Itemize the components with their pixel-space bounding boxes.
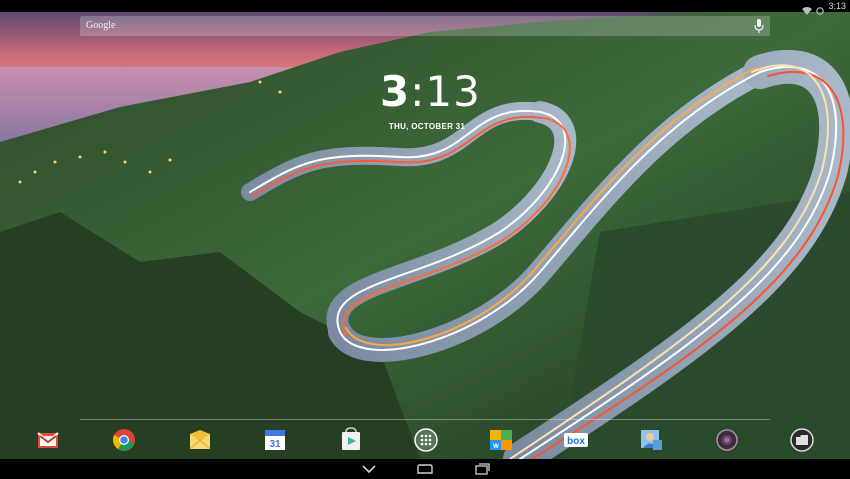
file-manager-icon[interactable] — [788, 426, 816, 454]
navigation-bar — [0, 459, 850, 479]
box-icon[interactable]: box — [562, 426, 590, 454]
home-screen: 3:13 Google 3:13 THU, OCTOBER 31 31 W bo… — [0, 0, 850, 479]
contacts-icon[interactable] — [637, 426, 665, 454]
status-bar: 3:13 — [0, 0, 850, 15]
box-badge: box — [567, 436, 585, 447]
calendar-icon[interactable]: 31 — [261, 426, 289, 454]
email-icon[interactable] — [186, 426, 214, 454]
office-suite-icon[interactable]: W — [487, 426, 515, 454]
battery-icon — [816, 2, 824, 15]
google-logo: Google — [86, 20, 116, 31]
calendar-badge: 31 — [269, 439, 281, 450]
search-bar[interactable]: Google — [80, 16, 770, 36]
camera-icon[interactable] — [713, 426, 741, 454]
dock-divider — [80, 419, 770, 420]
clock-hour: 3 — [380, 67, 411, 116]
wifi-icon — [802, 2, 812, 15]
play-store-icon[interactable] — [337, 426, 365, 454]
clock-date: THU, OCTOBER 31 — [388, 122, 466, 131]
back-icon[interactable] — [359, 463, 379, 475]
clock-widget[interactable]: 3:13 — [380, 68, 480, 116]
status-time: 3:13 — [828, 1, 846, 11]
gmail-icon[interactable] — [34, 426, 62, 454]
recents-icon[interactable] — [472, 463, 492, 475]
clock-minute: 13 — [425, 67, 481, 116]
home-icon[interactable] — [415, 463, 435, 475]
microphone-icon[interactable] — [754, 19, 764, 33]
svg-text:W: W — [493, 444, 499, 450]
chrome-icon[interactable] — [110, 426, 138, 454]
app-drawer-icon[interactable] — [412, 426, 440, 454]
